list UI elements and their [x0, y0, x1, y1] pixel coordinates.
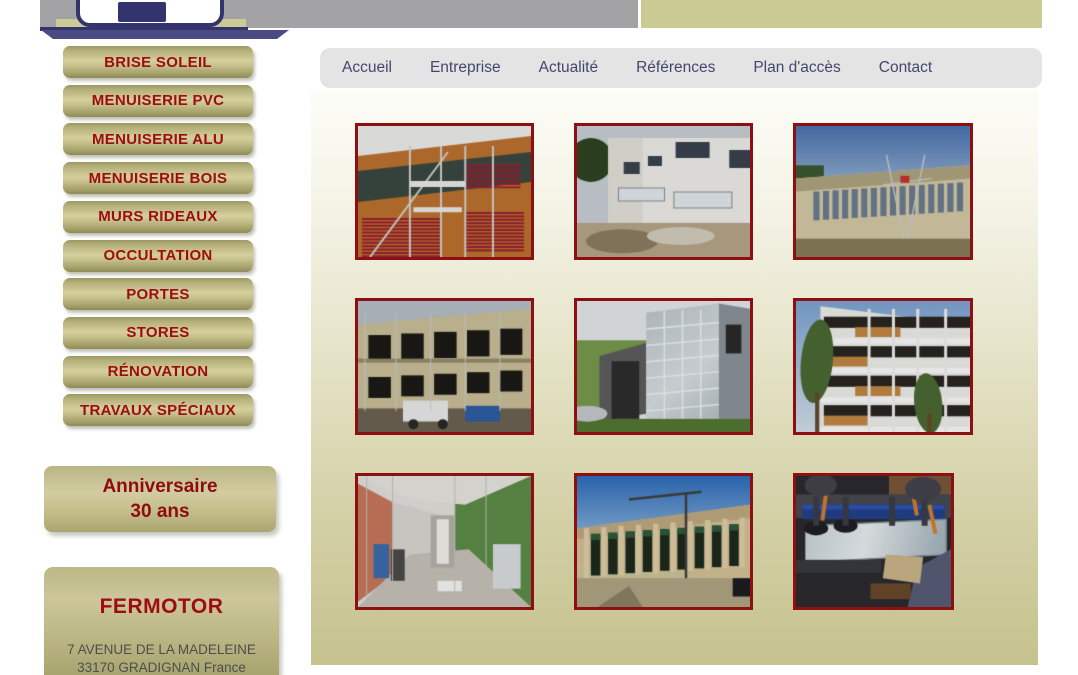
- thumb-glass-panel-installation[interactable]: [793, 473, 954, 610]
- company-name: FERMOTOR: [99, 595, 224, 618]
- sidebar-item-menuiserie-pvc[interactable]: MENUISERIE PVC: [63, 84, 253, 117]
- sidebar-item-stores[interactable]: STORES: [63, 316, 253, 349]
- sidebar-item-label: RÉNOVATION: [107, 363, 209, 381]
- nav-link-actualite[interactable]: Actualité: [539, 59, 598, 77]
- nav-link-plan-d-acces[interactable]: Plan d'accès: [753, 59, 840, 77]
- thumb-modern-housing-balconies[interactable]: [793, 298, 973, 435]
- nav-link-accueil[interactable]: Accueil: [342, 59, 392, 77]
- header-khaki-band: [641, 0, 1042, 28]
- sidebar-item-portes[interactable]: PORTES: [63, 278, 253, 311]
- anniversary-promo-box[interactable]: Anniversaire 30 ans: [44, 466, 276, 532]
- sidebar-item-occultation[interactable]: OCCULTATION: [63, 239, 253, 272]
- sidebar-item-label: MURS RIDEAUX: [98, 208, 218, 226]
- thumb-commercial-storefront-row[interactable]: [574, 473, 753, 610]
- thumb-facade-brise-soleil-scaffolding[interactable]: [355, 123, 534, 260]
- reference-photo: [358, 126, 531, 257]
- sidebar-item-menuiserie-alu[interactable]: MENUISERIE ALU: [63, 123, 253, 156]
- reference-photo: [577, 126, 750, 257]
- sidebar-item-label: OCCULTATION: [103, 247, 213, 264]
- thumb-glass-curtain-wall[interactable]: [574, 298, 753, 435]
- address-street: 7 AVENUE DE LA MADELEINE: [67, 642, 256, 657]
- nav-link-entreprise[interactable]: Entreprise: [430, 59, 501, 77]
- site-header: [0, 0, 1078, 46]
- reference-photo: [577, 301, 750, 432]
- sidebar-item-label: PORTES: [126, 285, 190, 303]
- sidebar-item-label: STORES: [126, 324, 190, 342]
- anniversary-line-2: 30 ans: [130, 501, 190, 522]
- sidebar-item-label: TRAVAUX SPÉCIAUX: [80, 401, 236, 419]
- logo-mark-icon: [118, 2, 166, 22]
- reference-image-gallery: [344, 113, 1004, 633]
- reference-photo: [577, 476, 750, 607]
- sidebar-item-menuiserie-bois[interactable]: MENUISERIE BOIS: [63, 162, 253, 195]
- anniversary-line-1: Anniversaire: [102, 476, 218, 497]
- contact-info-box: FERMOTOR 7 AVENUE DE LA MADELEINE 33170 …: [44, 567, 279, 675]
- thumb-stone-building-renovation[interactable]: [355, 298, 534, 435]
- sidebar-item-renovation[interactable]: RÉNOVATION: [63, 355, 253, 388]
- sidebar-item-murs-rideaux[interactable]: MURS RIDEAUX: [63, 200, 253, 233]
- thumb-long-facade-scaffold[interactable]: [793, 123, 973, 260]
- sidebar-item-label: MENUISERIE PVC: [91, 92, 225, 110]
- nav-link-contact[interactable]: Contact: [879, 59, 932, 77]
- header-navy-swoosh: [41, 30, 289, 39]
- address-city: 33170 GRADIGNAN France: [77, 660, 246, 675]
- sidebar-item-label: BRISE SOLEIL: [104, 53, 212, 71]
- reference-photo: [796, 301, 970, 432]
- fermotor-logo[interactable]: [76, 0, 224, 27]
- main-navigation: Accueil Entreprise Actualité Références Plan…: [320, 48, 1042, 88]
- thumb-interior-corridor[interactable]: [355, 473, 534, 610]
- sidebar-item-label: MENUISERIE ALU: [92, 130, 224, 148]
- sidebar-item-brise-soleil[interactable]: BRISE SOLEIL: [63, 46, 253, 78]
- sidebar: BRISE SOLEIL MENUISERIE PVC MENUISERIE ALU…: [0, 46, 300, 675]
- reference-photo: [358, 476, 531, 607]
- reference-photo: [358, 301, 531, 432]
- nav-link-references[interactable]: Références: [636, 59, 715, 77]
- reference-photo: [796, 126, 970, 257]
- thumb-white-building-windows[interactable]: [574, 123, 753, 260]
- sidebar-item-label: MENUISERIE BOIS: [88, 169, 228, 187]
- reference-photo: [796, 476, 951, 607]
- sidebar-item-travaux-speciaux[interactable]: TRAVAUX SPÉCIAUX: [63, 394, 253, 427]
